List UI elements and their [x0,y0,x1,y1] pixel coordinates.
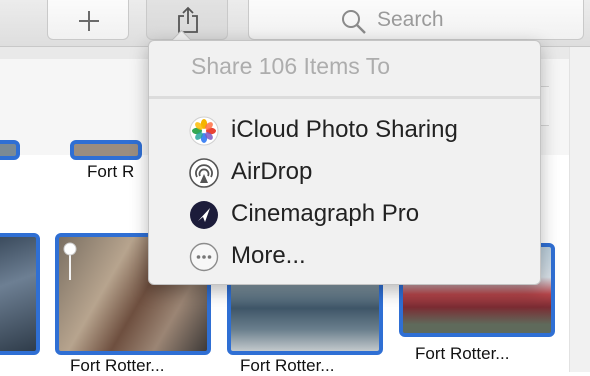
popover-title: Share 106 Items To [191,53,391,79]
search-field[interactable]: Search [248,0,584,40]
share-item-label: AirDrop [231,158,313,185]
share-icon [178,6,198,33]
share-item-label: More... [231,242,306,269]
popover-divider [149,96,540,99]
side-control [540,86,549,126]
photo-caption: Fort Rotter... [415,344,510,363]
share-item-more[interactable]: More... [189,238,529,274]
location-pin-icon [62,242,78,287]
search-placeholder: Search [377,8,444,31]
photo-caption: Fort R [87,162,135,181]
share-item-cinemagraph-pro[interactable]: Cinemagraph Pro [189,196,529,232]
share-popover: Share 106 Items To iCloud Photo Sharing … [148,40,541,285]
cinemagraph-icon [190,201,218,229]
share-button[interactable] [146,0,228,40]
scroll-area[interactable] [569,47,590,372]
photo-caption: Fort Rotter... [240,356,335,375]
photos-icon [189,116,219,146]
share-item-label: Cinemagraph Pro [231,200,420,227]
more-icon [189,242,219,272]
share-item-label: iCloud Photo Sharing [231,116,458,143]
photo-thumbnail[interactable] [0,233,40,355]
airdrop-icon [189,158,219,188]
photo-thumbnail[interactable] [70,140,142,160]
photo-thumbnail[interactable] [0,140,20,160]
share-item-airdrop[interactable]: AirDrop [189,154,529,190]
add-button[interactable] [47,0,129,40]
search-icon [342,10,366,34]
photo-caption: Fort Rotter... [70,356,165,375]
share-item-icloud-photo-sharing[interactable]: iCloud Photo Sharing [189,112,529,148]
